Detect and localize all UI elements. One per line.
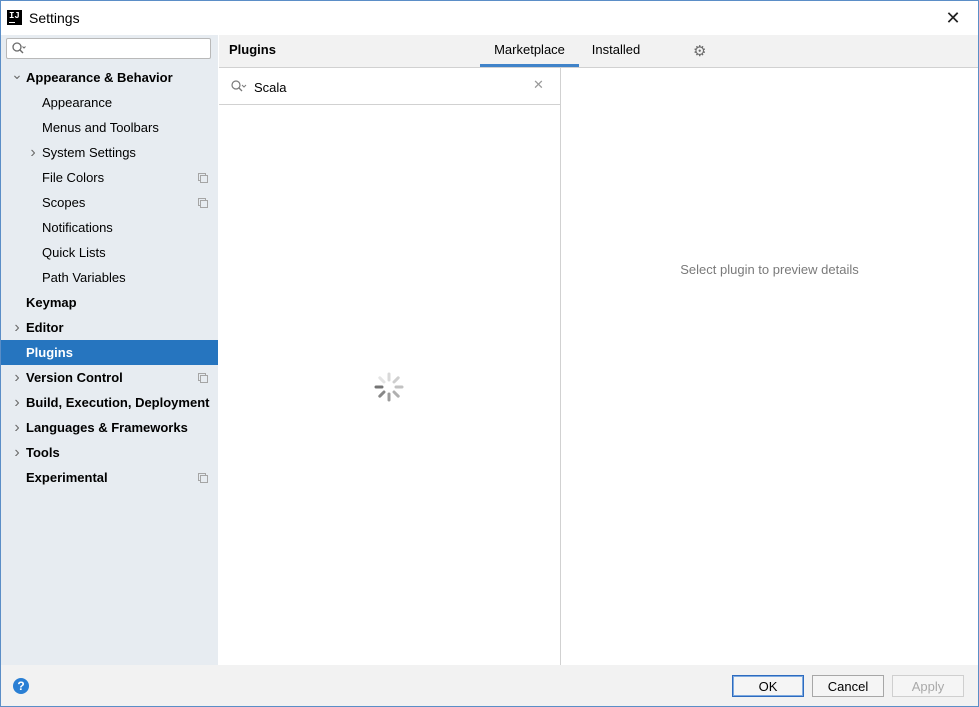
plugin-details-pane: Select plugin to preview details xyxy=(561,68,978,665)
details-placeholder: Select plugin to preview details xyxy=(680,262,859,277)
sidebar-search[interactable] xyxy=(6,38,211,59)
plugins-header: Plugins Marketplace Installed ⚙ xyxy=(219,35,978,68)
project-level-icon xyxy=(198,198,208,208)
close-icon[interactable]: ✕ xyxy=(941,7,965,29)
sidebar-item-label: Build, Execution, Deployment xyxy=(26,395,210,410)
sidebar-item-label: Version Control xyxy=(26,370,123,385)
apply-button[interactable]: Apply xyxy=(892,675,964,697)
project-level-icon xyxy=(198,173,208,183)
sidebar-item-label: Plugins xyxy=(26,345,73,360)
chevron-right-icon[interactable]: › xyxy=(11,440,23,465)
project-level-icon xyxy=(198,473,208,483)
loading-spinner-icon xyxy=(374,372,404,402)
dialog-footer: ? OK Cancel Apply xyxy=(1,665,978,706)
sidebar-item-label: Appearance & Behavior xyxy=(26,70,173,85)
sidebar-item-label: Keymap xyxy=(26,295,77,310)
sidebar-item-notifications[interactable]: Notifications xyxy=(1,215,218,240)
search-icon xyxy=(12,42,26,58)
title-bar: IJ Settings ✕ xyxy=(1,1,978,35)
intellij-app-icon: IJ xyxy=(7,10,22,25)
sidebar-item-file-colors[interactable]: File Colors xyxy=(1,165,218,190)
sidebar-item-appearance-behavior[interactable]: ⌄ Appearance & Behavior xyxy=(1,65,218,90)
sidebar-item-editor[interactable]: › Editor xyxy=(1,315,218,340)
sidebar-item-label: Quick Lists xyxy=(42,245,106,260)
sidebar-item-label: Tools xyxy=(26,445,60,460)
sidebar-item-version-control[interactable]: › Version Control xyxy=(1,365,218,390)
sidebar-item-label: Path Variables xyxy=(42,270,126,285)
sidebar-item-label: Languages & Frameworks xyxy=(26,420,188,435)
plugin-list-pane: ✕ xyxy=(219,68,561,665)
search-icon xyxy=(231,80,249,96)
cancel-button[interactable]: Cancel xyxy=(812,675,884,697)
sidebar-item-appearance[interactable]: Appearance xyxy=(1,90,218,115)
sidebar-item-menus-and-toolbars[interactable]: Menus and Toolbars xyxy=(1,115,218,140)
chevron-right-icon[interactable]: › xyxy=(11,390,23,415)
chevron-down-icon[interactable]: ⌄ xyxy=(11,65,23,90)
sidebar-item-system-settings[interactable]: › System Settings xyxy=(1,140,218,165)
chevron-right-icon[interactable]: › xyxy=(11,415,23,440)
sidebar-item-label: Menus and Toolbars xyxy=(42,120,159,135)
sidebar-item-plugins[interactable]: Plugins xyxy=(1,340,218,365)
chevron-right-icon[interactable]: › xyxy=(27,140,39,165)
sidebar-item-quick-lists[interactable]: Quick Lists xyxy=(1,240,218,265)
gear-icon[interactable]: ⚙ xyxy=(693,42,706,60)
chevron-right-icon[interactable]: › xyxy=(11,315,23,340)
tab-marketplace[interactable]: Marketplace xyxy=(480,42,579,67)
sidebar-item-path-variables[interactable]: Path Variables xyxy=(1,265,218,290)
sidebar-item-label: File Colors xyxy=(42,170,105,185)
sidebar-item-tools[interactable]: › Tools xyxy=(1,440,218,465)
sidebar-item-build-execution-deployment[interactable]: › Build, Execution, Deployment xyxy=(1,390,218,415)
plugin-search-bar[interactable]: ✕ xyxy=(219,68,560,105)
sidebar-item-label: System Settings xyxy=(42,145,136,160)
sidebar-item-label: Experimental xyxy=(26,470,108,485)
window-title: Settings xyxy=(29,10,80,26)
settings-sidebar: ⌄ Appearance & Behavior Appearance Menus an… xyxy=(1,35,218,665)
plugin-search-input[interactable] xyxy=(252,77,526,97)
sidebar-item-label: Editor xyxy=(26,320,64,335)
page-title: Plugins xyxy=(229,42,276,57)
sidebar-search-input[interactable] xyxy=(29,40,211,59)
project-level-icon xyxy=(198,373,208,383)
sidebar-item-experimental[interactable]: Experimental xyxy=(1,465,218,490)
tab-installed-label: Installed xyxy=(591,42,641,57)
sidebar-item-languages-frameworks[interactable]: › Languages & Frameworks xyxy=(1,415,218,440)
chevron-right-icon[interactable]: › xyxy=(11,365,23,390)
ok-button[interactable]: OK xyxy=(732,675,804,697)
sidebar-item-scopes[interactable]: Scopes xyxy=(1,190,218,215)
sidebar-item-label: Appearance xyxy=(42,95,113,110)
help-icon[interactable]: ? xyxy=(13,678,29,694)
tab-marketplace-label: Marketplace xyxy=(494,42,565,57)
clear-search-icon[interactable]: ✕ xyxy=(533,77,544,93)
settings-window: IJ Settings ✕ ⌄ Appearance & Behavior Appe… xyxy=(0,0,979,707)
tab-installed[interactable]: Installed xyxy=(585,42,647,67)
sidebar-item-keymap[interactable]: Keymap xyxy=(1,290,218,315)
sidebar-item-label: Scopes xyxy=(42,195,86,210)
sidebar-item-label: Notifications xyxy=(42,220,113,235)
